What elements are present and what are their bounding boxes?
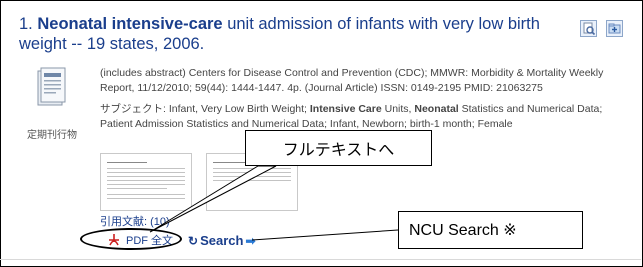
ncu-search-callout: NCU Search ※ (398, 211, 583, 249)
fulltext-callout: フルテキストへ (245, 130, 432, 166)
result-separator (0, 259, 641, 260)
